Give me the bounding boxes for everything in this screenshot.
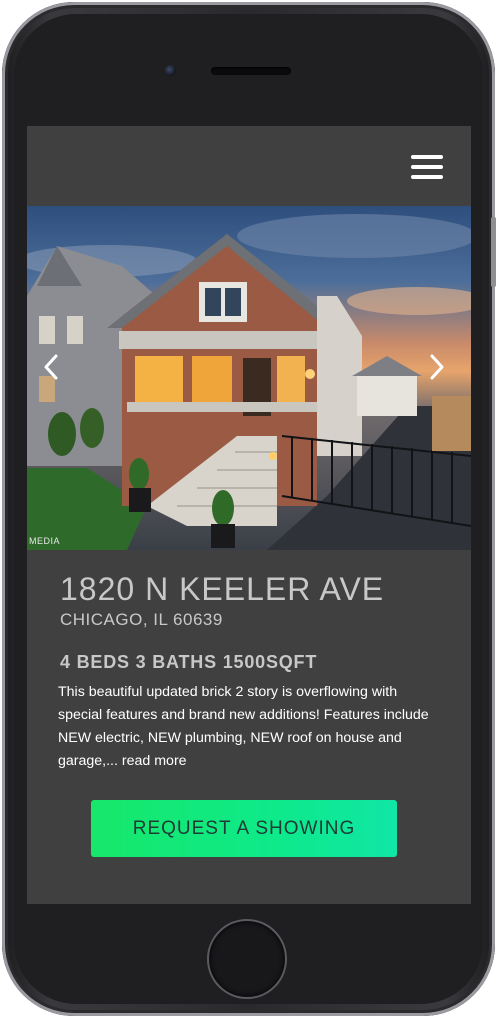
- property-address: 1820 N KEELER AVE: [60, 571, 385, 607]
- property-photo-carousel[interactable]: MEDIA: [27, 206, 471, 550]
- phone-frame: MEDIA 1820 N KEELER AVE CHICAGO, IL 6063…: [2, 2, 496, 1016]
- front-camera: [165, 65, 176, 76]
- property-description-text: This beautiful updated brick 2 story is …: [58, 684, 429, 769]
- chevron-left-icon: [44, 354, 58, 380]
- chevron-right-icon: [430, 354, 444, 380]
- property-specs: 4 BEDS 3 BATHS 1500SQFT: [60, 652, 318, 672]
- photo-watermark: MEDIA: [29, 536, 61, 546]
- property-city-state-zip: CHICAGO, IL 60639: [60, 610, 223, 629]
- property-description: This beautiful updated brick 2 story is …: [58, 681, 430, 773]
- app-screen: MEDIA 1820 N KEELER AVE CHICAGO, IL 6063…: [27, 126, 471, 904]
- earpiece-speaker: [211, 67, 291, 75]
- read-more-link[interactable]: read more: [122, 753, 187, 769]
- house-photo: [27, 214, 471, 550]
- hamburger-menu-icon[interactable]: [411, 154, 443, 180]
- carousel-prev-button[interactable]: [43, 354, 69, 388]
- request-showing-button[interactable]: REQUEST A SHOWING: [91, 800, 397, 857]
- home-button[interactable]: [207, 919, 287, 999]
- carousel-next-button[interactable]: [429, 354, 455, 388]
- power-button: [491, 217, 496, 287]
